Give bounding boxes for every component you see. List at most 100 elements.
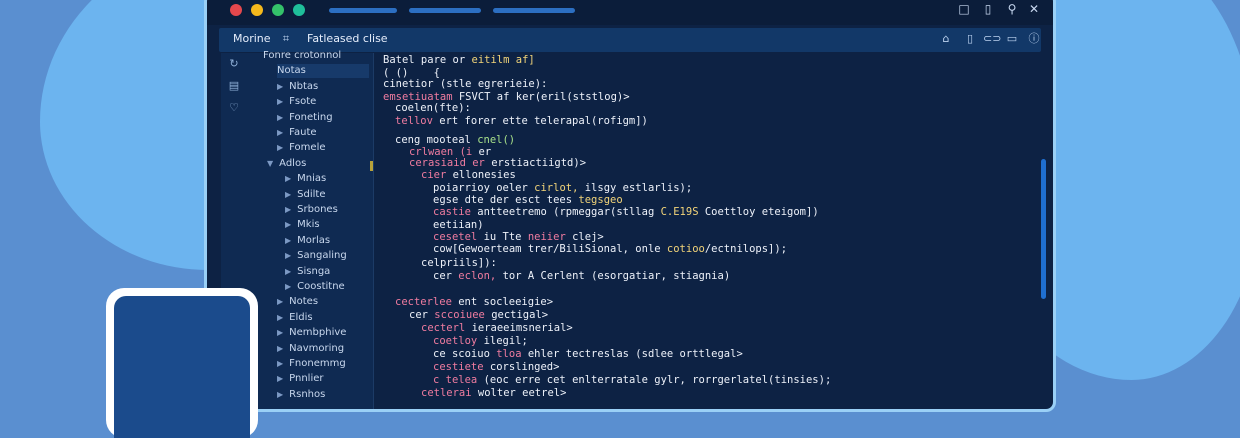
file-tree-label: Morlas: [297, 234, 331, 246]
chevron-right-icon[interactable]: ▶: [277, 97, 283, 106]
tab-label[interactable]: Fatleased clise: [307, 32, 388, 45]
file-tree-label: Sisnga: [297, 265, 331, 277]
file-tree-item[interactable]: ▶ Sisnga: [285, 265, 369, 279]
code-token: scoiuo: [451, 348, 497, 360]
file-tree-label: Fonre crotonnol: [263, 50, 342, 61]
code-token: castie: [433, 206, 478, 218]
toolbar-label[interactable]: Morine: [233, 32, 271, 45]
file-tree-item[interactable]: ▶ Navmoring: [277, 342, 369, 356]
file-tree-item[interactable]: ▶ Mnias: [285, 172, 369, 186]
file-tree-item[interactable]: ▶ Nbtas: [277, 80, 369, 94]
code-token: eitilm af]: [471, 54, 535, 66]
file-tree-label: Fomele: [289, 142, 326, 154]
chevron-right-icon[interactable]: ▶: [277, 359, 283, 368]
file-tree-label: Eldis: [289, 311, 313, 323]
chevron-down-icon[interactable]: ▼: [267, 159, 273, 168]
chevron-right-icon[interactable]: ▶: [277, 82, 283, 91]
heart-icon[interactable]: ♡: [227, 101, 241, 115]
file-tree-label: Faute: [289, 127, 317, 138]
chevron-right-icon[interactable]: ▶: [285, 251, 291, 260]
chevron-right-icon[interactable]: ▶: [277, 374, 283, 383]
code-token: ert forer ette telerapal(rofigm]): [439, 115, 648, 127]
code-token: coelen(fte):: [395, 102, 471, 114]
sidebar-divider: [373, 53, 374, 409]
code-line: cer sccoiuee gectigal>: [409, 308, 548, 322]
file-tree-item[interactable]: ▶ Coostitne: [285, 280, 369, 294]
code-editor[interactable]: Batel pare or eitilm af]( () {cinetior (…: [375, 53, 1045, 409]
code-line: cecterl ieraeeimsnerial>: [421, 321, 573, 335]
file-tree-item[interactable]: ▶ Foneting: [277, 111, 369, 125]
info-icon[interactable]: ⓘ: [1027, 32, 1041, 46]
file-tree-label: Nembphive: [289, 327, 347, 339]
title-placeholder-bar: [329, 8, 397, 13]
file-tree-item[interactable]: ▶ Faute: [277, 126, 369, 140]
code-line: cinetior (stle egrerieie):: [383, 77, 547, 91]
file-tree-item[interactable]: ▶ Srbones: [285, 203, 369, 217]
file-tree-item[interactable]: ▶ Morlas: [285, 234, 369, 248]
file-tree-item[interactable]: ▶ Nembphive: [277, 326, 369, 340]
chevron-right-icon[interactable]: ▶: [285, 267, 291, 276]
code-token: cinetior (stle egrerieie):: [383, 78, 548, 90]
file-tree-item[interactable]: ▶ Sangaling: [285, 249, 369, 263]
close-icon[interactable]: ✕: [1027, 2, 1041, 16]
extra-dot[interactable]: [293, 4, 305, 16]
file-tree-item[interactable]: ▶ Fomele: [277, 141, 369, 155]
chevron-right-icon[interactable]: ▶: [285, 236, 291, 245]
code-token: ehler tectreslas (sdlee orttlegal>: [527, 348, 743, 360]
link-icon[interactable]: ⊂⊃: [983, 32, 1001, 46]
file-tree-item[interactable]: ▼ Adlos: [267, 157, 369, 171]
chevron-right-icon[interactable]: ▶: [285, 282, 291, 291]
file-tree-item[interactable]: Notas: [277, 64, 369, 79]
pin-icon[interactable]: ⚲: [1005, 2, 1019, 16]
code-token: tellov: [395, 115, 440, 127]
chevron-right-icon[interactable]: ▶: [285, 174, 291, 183]
chevron-right-icon[interactable]: ▶: [277, 143, 283, 152]
copy-icon[interactable]: ▯: [981, 2, 995, 16]
files-icon[interactable]: ▤: [227, 79, 241, 93]
file-tree-label: Srbones: [297, 204, 338, 215]
code-token: C.E19S: [660, 206, 705, 218]
file-tree-item[interactable]: ▶ Fnonemmg: [277, 357, 369, 371]
chevron-right-icon[interactable]: ▶: [277, 128, 283, 137]
file-tree-item[interactable]: ▶ Pnnlier: [277, 372, 369, 386]
close-dot[interactable]: [230, 4, 242, 16]
code-token: tloa: [496, 348, 528, 360]
file-tree-item[interactable]: ▶ Mkis: [285, 218, 369, 232]
file-tree-label: Foneting: [289, 111, 333, 123]
chevron-right-icon[interactable]: ▶: [277, 297, 283, 306]
minimize-dot[interactable]: [251, 4, 263, 16]
code-token: coetloy: [433, 335, 484, 347]
file-tree-item[interactable]: ▶ Fsote: [277, 95, 369, 109]
chevron-right-icon[interactable]: ▶: [277, 344, 283, 353]
chevron-right-icon[interactable]: ▶: [285, 205, 291, 214]
file-tree-item[interactable]: Fonre crotonnol: [263, 49, 369, 63]
chevron-right-icon[interactable]: ▶: [285, 190, 291, 199]
code-token: FSVCT af ker(eril(ststlog)>: [458, 91, 630, 103]
code-token: Batel pare or: [383, 54, 472, 66]
code-token: cotioo: [666, 243, 705, 255]
file-tree-item[interactable]: ▶ Eldis: [277, 311, 369, 325]
code-token: trer/BiliSional,: [527, 243, 636, 255]
lock-icon[interactable]: ⌂: [939, 32, 953, 46]
code-token: cier: [421, 169, 453, 181]
chevron-right-icon[interactable]: ▶: [277, 313, 283, 322]
file-tree-label: Adlos: [279, 157, 307, 169]
file-icon[interactable]: ▯: [963, 32, 977, 46]
code-line: Batel pare or eitilm af]: [383, 53, 535, 67]
chevron-right-icon[interactable]: ▶: [277, 113, 283, 122]
refresh-icon[interactable]: ↻: [227, 57, 241, 71]
file-tree-label: Notes: [289, 296, 319, 308]
copy-icon[interactable]: ▭: [1005, 32, 1019, 46]
code-line: cow[Gewoerteam trer/BiliSional, onle cot…: [433, 242, 787, 256]
window-icon[interactable]: □: [957, 2, 971, 16]
hash-icon[interactable]: ⌗: [279, 32, 293, 46]
editor-scrollbar[interactable]: [1041, 159, 1046, 299]
chevron-right-icon[interactable]: ▶: [277, 328, 283, 337]
chevron-right-icon[interactable]: ▶: [285, 220, 291, 229]
title-bar: □ ▯ ⚲ ✕: [207, 0, 1053, 25]
maximize-dot[interactable]: [272, 4, 284, 16]
file-tree-item[interactable]: ▶ Notes: [277, 295, 369, 309]
file-tree-item[interactable]: ▶ Sdilte: [285, 188, 369, 202]
chevron-right-icon[interactable]: ▶: [277, 390, 283, 399]
code-token: ent socleeigie>: [458, 296, 554, 308]
